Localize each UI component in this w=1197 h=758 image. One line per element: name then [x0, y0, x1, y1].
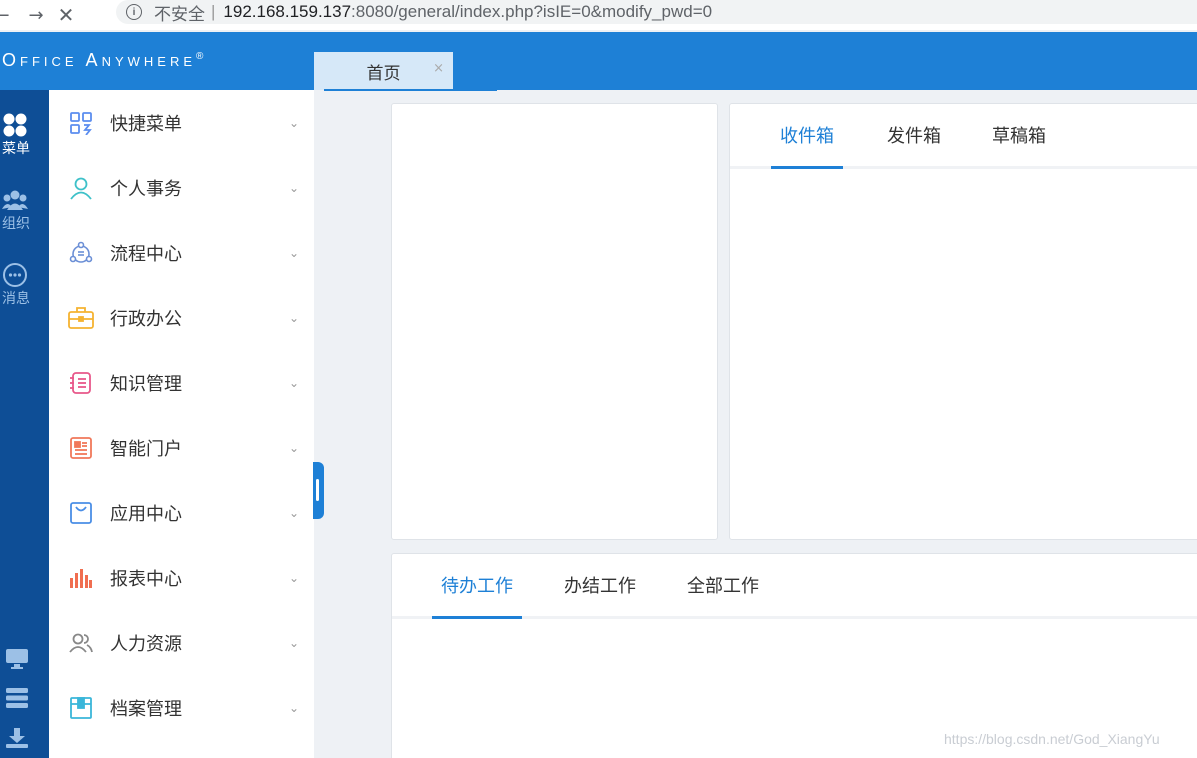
menu-item-quick-menu[interactable]: 快捷菜单 ⌄: [49, 90, 314, 155]
chevron-down-icon: ⌄: [289, 440, 300, 455]
work-tabs: 待办工作 办结工作 全部工作: [392, 554, 1197, 619]
brand-text: Office Anywhere: [2, 50, 197, 70]
watermark: https://blog.csdn.net/God_XiangYu: [944, 731, 1160, 747]
brand-registered-mark: ®: [196, 51, 204, 62]
notebook-icon: [68, 370, 94, 396]
tab-active-indicator: [324, 89, 497, 91]
tab-inbox[interactable]: 收件箱: [771, 104, 843, 169]
menu-item-knowledge[interactable]: 知识管理 ⌄: [49, 350, 314, 415]
app-header: Office Anywhere® 首页 ×: [0, 32, 1197, 90]
menu-item-label: 行政办公: [110, 308, 182, 330]
tab-pending-work[interactable]: 待办工作: [432, 554, 522, 619]
chevron-down-icon: ⌄: [289, 375, 300, 390]
chevron-down-icon: ⌄: [289, 505, 300, 520]
stop-icon[interactable]: ✕: [52, 0, 80, 30]
menu-item-label: 个人事务: [110, 178, 182, 200]
chevron-down-icon: ⌄: [289, 310, 300, 325]
tab-home[interactable]: 首页 ×: [314, 52, 453, 90]
menu-item-label: 快捷菜单: [110, 113, 182, 135]
chevron-down-icon: ⌄: [289, 115, 300, 130]
info-icon[interactable]: i: [126, 4, 142, 20]
menu-item-portal[interactable]: 智能门户 ⌄: [49, 415, 314, 480]
menu-item-label: 智能门户: [110, 438, 182, 460]
tab-drafts[interactable]: 草稿箱: [983, 104, 1055, 166]
left-rail: 菜单 组织 消息: [0, 90, 49, 758]
menu-item-label: 知识管理: [110, 373, 182, 395]
menu-item-label: 档案管理: [110, 698, 182, 720]
apps-icon: [2, 112, 28, 138]
tab-completed-work[interactable]: 办结工作: [555, 554, 645, 616]
menu-item-reports[interactable]: 报表中心 ⌄: [49, 545, 314, 610]
brand-logo: Office Anywhere®: [2, 50, 203, 71]
portal-icon: [68, 435, 94, 461]
menu-item-app-center[interactable]: 应用中心 ⌄: [49, 480, 314, 545]
forward-icon[interactable]: →: [22, 0, 50, 30]
server-icon[interactable]: [0, 687, 49, 709]
menu-item-admin-office[interactable]: 行政办公 ⌄: [49, 285, 314, 350]
blank-panel: [391, 103, 718, 540]
tab-outbox[interactable]: 发件箱: [878, 104, 950, 166]
menu-item-label: 流程中心: [110, 243, 182, 265]
url-separator: |: [211, 2, 216, 21]
menu-item-personal[interactable]: 个人事务 ⌄: [49, 155, 314, 220]
rail-item-messages[interactable]: 消息: [0, 262, 49, 308]
menu-item-workflow[interactable]: 流程中心 ⌄: [49, 220, 314, 285]
menu-item-label: 应用中心: [110, 503, 182, 525]
tab-home-label: 首页: [366, 63, 401, 84]
monitor-icon[interactable]: [0, 648, 49, 670]
rail-item-label: 菜单: [2, 141, 30, 157]
menu-item-label: 报表中心: [110, 568, 182, 590]
rail-item-menu[interactable]: 菜单: [0, 112, 49, 158]
menu-item-archives[interactable]: 档案管理 ⌄: [49, 675, 314, 740]
insecure-label: 不安全: [154, 4, 205, 24]
download-icon[interactable]: [0, 727, 49, 749]
back-icon[interactable]: ←: [0, 0, 16, 30]
url-path: :8080/general/index.php?isIE=0&modify_pw…: [351, 2, 713, 21]
rail-item-label: 消息: [2, 291, 30, 307]
users-icon: [2, 187, 28, 213]
briefcase-icon: [68, 305, 94, 331]
side-menu: 快捷菜单 ⌄ 个人事务 ⌄ 流程中心 ⌄ 行政办公 ⌄ 知识管理 ⌄ 智能门户 …: [49, 90, 314, 758]
tab-all-work[interactable]: 全部工作: [678, 554, 768, 616]
work-panel: 待办工作 办结工作 全部工作: [391, 553, 1197, 758]
chevron-down-icon: ⌄: [289, 635, 300, 650]
chat-icon: [2, 262, 28, 288]
quick-menu-icon: [68, 110, 94, 136]
bag-icon: [68, 500, 94, 526]
address-bar[interactable]: i 不安全 | 192.168.159.137 :8080/general/in…: [116, 0, 1197, 24]
menu-item-hr[interactable]: 人力资源 ⌄: [49, 610, 314, 675]
close-icon[interactable]: ×: [433, 61, 444, 76]
mail-tabs: 收件箱 发件箱 草稿箱: [730, 104, 1197, 169]
person-icon: [68, 175, 94, 201]
mail-panel: 收件箱 发件箱 草稿箱: [729, 103, 1197, 540]
people-icon: [68, 630, 94, 656]
chevron-down-icon: ⌄: [289, 700, 300, 715]
menu-item-label: 人力资源: [110, 633, 182, 655]
url-host: 192.168.159.137: [223, 2, 352, 21]
chevron-down-icon: ⌄: [289, 245, 300, 260]
workflow-icon: [68, 240, 94, 266]
browser-toolbar: ← → ✕ i 不安全 | 192.168.159.137 :8080/gene…: [0, 0, 1197, 30]
chevron-down-icon: ⌄: [289, 570, 300, 585]
menu-collapse-handle[interactable]: [313, 462, 324, 519]
chevron-down-icon: ⌄: [289, 180, 300, 195]
archive-icon: [68, 695, 94, 721]
rail-item-label: 组织: [2, 216, 30, 232]
bar-chart-icon: [68, 565, 94, 591]
rail-item-org[interactable]: 组织: [0, 187, 49, 233]
